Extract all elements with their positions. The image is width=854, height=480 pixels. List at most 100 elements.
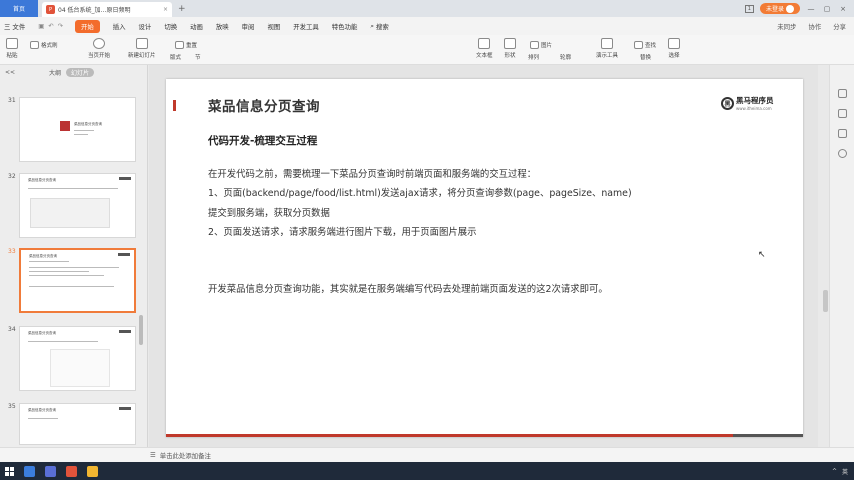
shape-button[interactable]: 形状 <box>504 38 516 59</box>
thumbnail-line <box>28 418 58 419</box>
shape-label: 形状 <box>504 53 516 59</box>
slide-paragraph: 2、页面发送请求，请求服务端进行图片下载，用于页面图片展示 <box>208 227 477 238</box>
thumbnail-logo <box>119 177 131 180</box>
notes-placeholder[interactable]: 单击此处添加备注 <box>160 451 211 460</box>
slides-view-tab[interactable]: 幻灯片 <box>66 67 95 77</box>
thumbnail-line <box>74 134 88 135</box>
current-slide[interactable]: 菜品信息分页查询 黑 黑马程序员 www.itheima.com 代码开发-梳理… <box>166 79 803 437</box>
thumbnail-line <box>28 188 118 189</box>
slide-title: 菜品信息分页查询 <box>208 99 320 115</box>
close-tab-icon[interactable]: × <box>163 6 168 13</box>
tab-slideshow[interactable]: 放映 <box>216 22 229 31</box>
quick-access-toolbar: ▣ ↶ ↷ <box>38 22 63 30</box>
notes-icon: ☰ <box>150 451 156 459</box>
paste-label: 粘贴 <box>6 53 18 59</box>
home-tab[interactable]: 首页 <box>0 0 38 17</box>
share-button[interactable]: 分享 <box>833 22 846 31</box>
status-bar: ☰ 单击此处添加备注 <box>0 447 854 462</box>
animation-icon[interactable] <box>838 109 847 118</box>
tab-view[interactable]: 视图 <box>267 22 280 31</box>
tab-insert[interactable]: 插入 <box>113 22 126 31</box>
tab-animation[interactable]: 动画 <box>190 22 203 31</box>
minimize-button[interactable]: — <box>806 5 816 13</box>
paste-button[interactable]: 粘贴 <box>6 38 18 59</box>
thumbnail: 菜品信息分页查询 <box>19 403 136 445</box>
collaborate-button[interactable]: 协作 <box>808 22 821 31</box>
thumbnail-logo <box>119 407 131 410</box>
select-button[interactable]: 选择 <box>668 38 680 59</box>
thumbnail: 菜品信息分页查询 <box>19 173 136 238</box>
thumbnail-line <box>28 341 98 342</box>
add-tab-button[interactable]: + <box>178 4 186 14</box>
slide-subtitle: 代码开发-梳理交互过程 <box>208 135 318 147</box>
thumbnail-line <box>29 267 119 268</box>
undo-icon[interactable]: ↶ <box>48 22 53 30</box>
design-icon[interactable] <box>838 129 847 138</box>
tab-home[interactable]: 开始 <box>74 19 100 33</box>
tab-features[interactable]: 特色功能 <box>332 22 358 31</box>
search-button[interactable]: ⌕ 搜索 <box>370 22 388 31</box>
select-label: 选择 <box>668 53 680 59</box>
sync-status[interactable]: 未同步 <box>777 22 796 31</box>
thumbnail-logo <box>118 253 130 256</box>
menu-file[interactable]: 三 文件 <box>4 22 25 31</box>
select-icon <box>668 38 680 49</box>
thumbnail-table <box>30 198 110 228</box>
taskbar-folder-icon[interactable] <box>87 465 98 477</box>
tab-design[interactable]: 设计 <box>139 22 152 31</box>
section-button[interactable]: 节 <box>195 53 201 61</box>
logo-url: www.itheima.com <box>736 106 772 111</box>
search-icon: ⌕ <box>370 21 374 30</box>
textbox-button[interactable]: 文本框 <box>476 38 493 59</box>
panel-scrollbar[interactable] <box>139 315 143 345</box>
outline-view-tab[interactable]: 大纲 <box>49 68 61 77</box>
language-indicator[interactable]: 英 <box>842 467 848 476</box>
presentation-tools-label: 演示工具 <box>596 53 619 59</box>
brush-icon <box>30 41 39 49</box>
new-slide-button[interactable]: 新建幻灯片 <box>128 38 156 59</box>
document-tab[interactable]: P 04 低台系统_加…原日频明 × <box>42 2 172 17</box>
thumbnail-code <box>50 349 110 387</box>
tab-developer[interactable]: 开发工具 <box>293 22 319 31</box>
close-window-button[interactable]: × <box>838 5 848 13</box>
taskbar-app-icon[interactable] <box>24 465 35 477</box>
thumbnail-graphic <box>60 121 70 131</box>
arrange-button[interactable]: 排列 <box>528 53 539 61</box>
outline-label: 轮廓 <box>560 55 572 61</box>
find-button[interactable]: 查找 <box>634 41 656 49</box>
canvas-scrollbar[interactable] <box>823 290 828 312</box>
login-button[interactable]: 未登录 <box>759 3 800 14</box>
thumbnail-line <box>29 271 89 272</box>
replace-button[interactable]: 替换 <box>640 53 651 61</box>
play-from-current-button[interactable]: 当页开始 <box>88 38 110 59</box>
taskbar-app-icon[interactable] <box>45 465 56 477</box>
redo-icon[interactable]: ↷ <box>58 22 63 30</box>
thumbnail-line <box>74 130 94 131</box>
save-icon[interactable]: ▣ <box>38 22 44 30</box>
outline-button[interactable]: 轮廓 <box>560 53 571 61</box>
tab-review[interactable]: 审阅 <box>242 22 255 31</box>
taskbar-wps-icon[interactable] <box>66 465 77 477</box>
format-painter-button[interactable]: 格式刷 <box>30 41 58 49</box>
new-slide-icon <box>135 38 148 49</box>
reset-button[interactable]: 重置 <box>175 41 197 49</box>
document-tab-title: 04 低台系统_加…原日频明 <box>58 7 131 14</box>
collapse-panel-button[interactable]: << <box>5 69 35 76</box>
maximize-button[interactable]: ▢ <box>822 5 832 13</box>
logo-mark-icon: 黑 <box>721 96 734 110</box>
textbox-label: 文本框 <box>476 53 493 59</box>
help-icon[interactable] <box>838 149 847 158</box>
layout-button[interactable]: 版式 <box>170 53 181 61</box>
property-icon[interactable] <box>838 89 847 98</box>
windows-start-icon[interactable] <box>5 466 14 476</box>
picture-button[interactable]: 图片 <box>530 41 552 49</box>
presentation-icon <box>601 38 613 49</box>
tab-transition[interactable]: 切换 <box>164 22 177 31</box>
window-count-badge[interactable]: 1 <box>744 4 754 13</box>
presentation-tools-button[interactable]: 演示工具 <box>596 38 618 59</box>
find-icon <box>634 41 643 49</box>
thumbnail-title: 菜品信息分页查询 <box>28 178 56 182</box>
thumbnail: 菜品信息分页查询 <box>19 326 136 391</box>
system-tray: ^ 英 <box>832 467 854 476</box>
tray-arrow-icon[interactable]: ^ <box>832 468 837 475</box>
